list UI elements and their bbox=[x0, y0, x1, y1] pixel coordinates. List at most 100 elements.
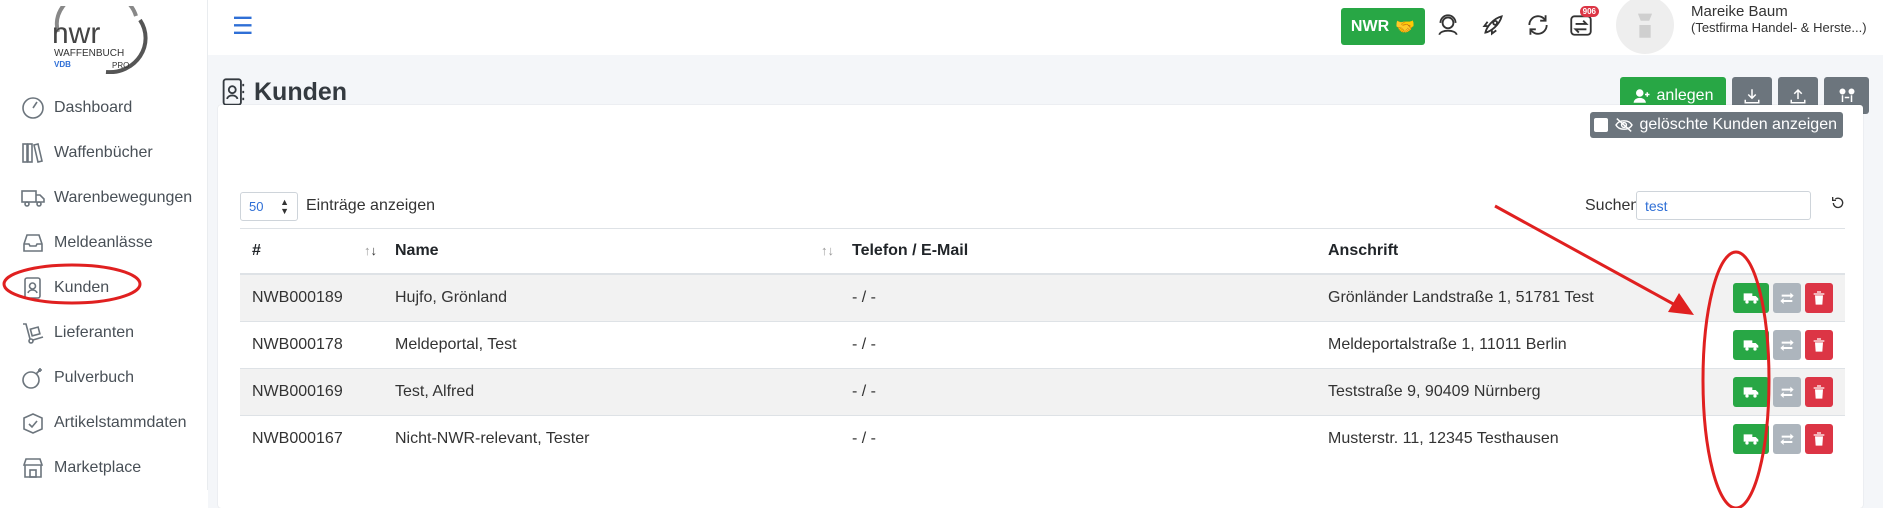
cell-contact: - / - bbox=[840, 368, 1316, 416]
truck-icon bbox=[1743, 434, 1759, 445]
sidebar-item-label: Kunden bbox=[54, 278, 110, 296]
add-button-label: anlegen bbox=[1656, 86, 1714, 104]
sidebar-item-dashboard[interactable]: Dashboard bbox=[0, 85, 207, 130]
show-deleted-checkbox[interactable] bbox=[1593, 118, 1608, 132]
delete-button[interactable] bbox=[1805, 424, 1833, 454]
delivery-button[interactable] bbox=[1733, 283, 1769, 313]
nwr-button[interactable]: NWR 🤝 bbox=[1341, 8, 1425, 45]
truck-icon bbox=[1743, 293, 1759, 304]
exchange-icon bbox=[1780, 339, 1794, 351]
rocket-icon[interactable] bbox=[1478, 10, 1508, 40]
dashboard-icon bbox=[20, 95, 46, 121]
cell-contact: - / - bbox=[840, 415, 1316, 462]
delivery-button[interactable] bbox=[1733, 330, 1769, 360]
trash-icon bbox=[1813, 338, 1825, 352]
cell-contact: - / - bbox=[840, 273, 1316, 322]
download-icon bbox=[1744, 88, 1760, 103]
customers-card: gelöschte Kunden anzeigen 50 ▲ ▼ Einträge… bbox=[218, 105, 1863, 508]
table-row[interactable]: NWB000178 Meldeportal, Test - / - Meldep… bbox=[240, 321, 1845, 369]
contact-icon bbox=[20, 275, 46, 301]
topbar: ☰ NWR 🤝 906 Mareike Baum (Testfirma Hand… bbox=[208, 0, 1883, 55]
truck-icon bbox=[20, 185, 46, 211]
box-check-icon bbox=[20, 410, 46, 436]
entries-length-select[interactable]: 50 ▲ ▼ bbox=[240, 192, 298, 221]
avatar[interactable] bbox=[1616, 0, 1674, 54]
column-header-name[interactable]: Name ↑↓ bbox=[383, 228, 840, 275]
truck-icon bbox=[1743, 387, 1759, 398]
delivery-button[interactable] bbox=[1733, 377, 1769, 407]
delete-button[interactable] bbox=[1805, 377, 1833, 407]
table-row[interactable]: NWB000169 Test, Alfred - / - Teststraße … bbox=[240, 368, 1845, 416]
delete-button[interactable] bbox=[1805, 330, 1833, 360]
logo-mark-left: VDB bbox=[54, 60, 71, 69]
delivery-button[interactable] bbox=[1733, 424, 1769, 454]
column-header-address: Anschrift bbox=[1316, 228, 1716, 275]
sidebar-item-label: Dashboard bbox=[54, 98, 133, 116]
cell-id: NWB000178 bbox=[240, 321, 383, 369]
sidebar-nav: Dashboard Waffenbücher Warenbewegungen M… bbox=[0, 85, 207, 490]
transfer-button[interactable] bbox=[1773, 330, 1801, 360]
sidebar-item-artikelstammdaten[interactable]: Artikelstammdaten bbox=[0, 400, 207, 445]
transfers-icon[interactable]: 906 bbox=[1566, 6, 1599, 40]
table-row[interactable]: NWB000167 Nicht-NWR-relevant, Tester - /… bbox=[240, 415, 1845, 462]
sidebar-item-lieferanten[interactable]: Lieferanten bbox=[0, 310, 207, 355]
sort-icon: ↑↓ bbox=[364, 243, 377, 258]
sidebar-item-label: Meldeanlässe bbox=[54, 233, 153, 251]
customers-table: # ↑↓ Name ↑↓ Telefon / E-Mail Anschrift NW… bbox=[240, 228, 1845, 462]
table-header-row: # ↑↓ Name ↑↓ Telefon / E-Mail Anschrift bbox=[240, 228, 1845, 275]
sidebar-item-kunden[interactable]: Kunden bbox=[0, 265, 207, 310]
logo-text: nwr bbox=[52, 17, 100, 50]
reset-search-icon[interactable] bbox=[1830, 195, 1848, 213]
user-name[interactable]: Mareike Baum bbox=[1691, 3, 1788, 20]
nwr-button-label: NWR bbox=[1350, 17, 1390, 35]
cell-address: Musterstr. 11, 12345 Testhausen bbox=[1316, 415, 1716, 462]
cell-actions bbox=[1716, 415, 1845, 462]
sidebar-item-label: Waffenbücher bbox=[54, 143, 153, 161]
show-deleted-toggle[interactable]: gelöschte Kunden anzeigen bbox=[1589, 112, 1843, 138]
menu-toggle-icon[interactable]: ☰ bbox=[232, 12, 254, 41]
cell-contact: - / - bbox=[840, 321, 1316, 369]
eye-slash-icon bbox=[1614, 118, 1633, 132]
refresh-icon[interactable] bbox=[1523, 10, 1553, 40]
support-icon[interactable] bbox=[1433, 10, 1463, 40]
upload-icon bbox=[1790, 88, 1806, 103]
truck-icon bbox=[1743, 340, 1759, 351]
transfer-button[interactable] bbox=[1773, 424, 1801, 454]
table-row[interactable]: NWB000189 Hujfo, Grönland - / - Grönländ… bbox=[240, 273, 1845, 322]
nwr-logo[interactable]: nwr WAFFENBUCH VDB PRO bbox=[48, 0, 148, 75]
column-header-actions bbox=[1716, 228, 1845, 275]
main-content: Kunden anlegen gelöschte Kunden anzeigen… bbox=[208, 55, 1883, 508]
cell-address: Meldeportalstraße 1, 11011 Berlin bbox=[1316, 321, 1716, 369]
dolly-icon bbox=[20, 320, 46, 346]
transfer-button[interactable] bbox=[1773, 283, 1801, 313]
handshake-icon: 🤝 bbox=[1395, 18, 1416, 36]
notification-badge: 906 bbox=[1579, 6, 1599, 17]
sidebar-item-warenbewegungen[interactable]: Warenbewegungen bbox=[0, 175, 207, 220]
page-title: Kunden bbox=[220, 77, 347, 107]
entries-length-value: 50 bbox=[249, 199, 264, 214]
sidebar-item-label: Pulverbuch bbox=[54, 368, 135, 386]
column-header-id[interactable]: # ↑↓ bbox=[240, 228, 383, 275]
delete-button[interactable] bbox=[1805, 283, 1833, 313]
sidebar-item-meldeanlaesse[interactable]: Meldeanlässe bbox=[0, 220, 207, 265]
cell-id: NWB000189 bbox=[240, 273, 383, 322]
user-placeholder-icon bbox=[1635, 13, 1655, 38]
cell-id: NWB000167 bbox=[240, 415, 383, 462]
sidebar: nwr WAFFENBUCH VDB PRO Dashboard Waffenb… bbox=[0, 0, 208, 490]
sidebar-item-marketplace[interactable]: Marketplace bbox=[0, 445, 207, 490]
show-deleted-label: gelöschte Kunden anzeigen bbox=[1639, 116, 1838, 133]
sidebar-item-label: Artikelstammdaten bbox=[54, 413, 187, 431]
sidebar-item-pulverbuch[interactable]: Pulverbuch bbox=[0, 355, 207, 400]
transfer-button[interactable] bbox=[1773, 377, 1801, 407]
cell-name: Meldeportal, Test bbox=[383, 321, 840, 369]
add-user-icon bbox=[1633, 88, 1650, 103]
cell-name: Nicht-NWR-relevant, Tester bbox=[383, 415, 840, 462]
search-input[interactable] bbox=[1636, 191, 1811, 220]
cell-name: Hujfo, Grönland bbox=[383, 273, 840, 322]
contact-icon bbox=[222, 78, 245, 106]
trash-icon bbox=[1813, 291, 1825, 305]
sidebar-item-waffenbuecher[interactable]: Waffenbücher bbox=[0, 130, 207, 175]
inbox-icon bbox=[20, 230, 46, 256]
logo-subtitle: WAFFENBUCH bbox=[54, 48, 124, 59]
users-merge-icon bbox=[1839, 88, 1854, 102]
